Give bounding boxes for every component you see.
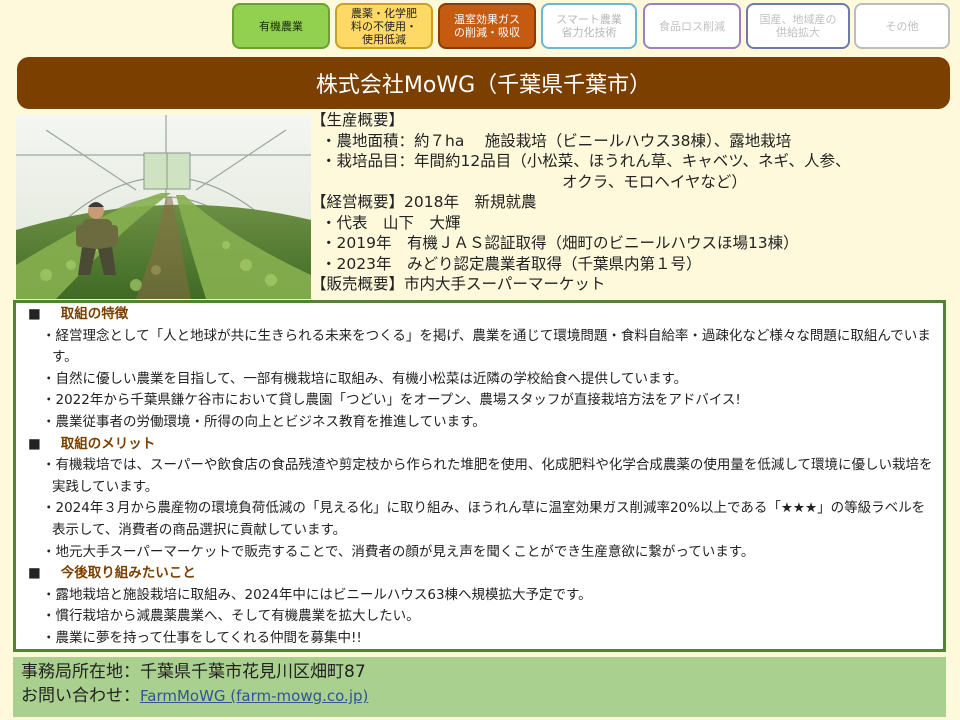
tag-ghg-reduction: 温室効果ガス の削減・吸収 [438, 3, 536, 49]
production-heading: 【生産概要】 [311, 111, 405, 129]
list-item: ・地元大手スーパーマーケットで販売することで、消費者の顔が見え声を聞くことができ… [42, 543, 755, 560]
production-line: ・栽培品目：年間約12品目（小松菜、ほうれん草、キャベツ、ネギ、人参、 [321, 152, 851, 170]
management-line: ・2019年 有機ＪＡＳ認証取得（畑町のビニールハウスほ場13棟） [321, 234, 799, 252]
contact-label: お問い合わせ： [21, 686, 140, 706]
list-item: ・2024年３月から農産物の環境負荷低減の「見える化」に取り組み、ほうれん草に温… [42, 500, 926, 538]
production-line: オクラ、モロヘイヤなど） [562, 172, 747, 191]
tag-smart-agriculture: スマート農業 省力化技術 [541, 3, 637, 49]
tag-domestic-supply: 国産、地域産の 供給拡大 [746, 3, 850, 49]
category-tags: 有機農業 農薬・化学肥 料の不使用・ 使用低減 温室効果ガス の削減・吸収 スマ… [232, 3, 952, 53]
page-title: 株式会社MoWG（千葉県千葉市） [17, 57, 950, 109]
list-item: ・農業に夢を持って仕事をしてくれる仲間を募集中!! [42, 629, 362, 646]
tag-food-loss: 食品ロス削減 [643, 3, 741, 49]
list-item: ・慣行栽培から減農薬農業へ、そして有機農業を拡大したい。 [42, 608, 420, 625]
production-line: ・農地面積：約７ha 施設栽培（ビニールハウス38棟）、露地栽培 [321, 131, 792, 150]
overview-block: 【生産概要】 ・農地面積：約７ha 施設栽培（ビニールハウス38棟）、露地栽培 … [311, 110, 951, 295]
office-address: 事務局所在地：千葉県千葉市花見川区畑町87 [21, 662, 366, 682]
contact-link[interactable]: FarmMoWG (farm-mowg.co.jp) [140, 687, 368, 705]
initiatives-box: ■ 取組の特徴 ・経営理念として「人と地球が共に生きられる未来をつくる」を掲げ、農… [13, 300, 946, 652]
list-item: ・有機栽培では、スーパーや飲食店の食品残渣や剪定枝から作られた堆肥を使用、化成肥… [42, 457, 933, 495]
sales-overview: 【販売概要】市内大手スーパーマーケット [311, 275, 606, 293]
management-heading: 【経営概要】2018年 新規就農 [311, 193, 537, 211]
contact-line: お問い合わせ：FarmMoWG (farm-mowg.co.jp) [21, 684, 938, 708]
section-heading: ■ 取組のメリット [28, 435, 156, 452]
list-item: ・2022年から千葉県鎌ケ谷市において貸し農園「つどい」をオープン、農場スタッフ… [42, 392, 741, 409]
list-item: ・露地栽培と施設栽培に取組み、2024年中にはビニールハウス63棟へ規模拡大予定… [42, 586, 592, 603]
square-bullet-icon: ■ [28, 565, 41, 582]
management-line: ・2023年 みどり認定農業者取得（千葉県内第１号） [321, 254, 702, 273]
tag-pesticide-reduction: 農薬・化学肥 料の不使用・ 使用低減 [335, 3, 433, 49]
list-item: ・経営理念として「人と地球が共に生きられる未来をつくる」を掲げ、農業を通じて環境… [42, 327, 931, 366]
management-line: ・代表 山下 大輝 [321, 213, 461, 232]
greenhouse-photo [16, 115, 311, 299]
list-item: ・自然に優しい農業を目指して、一部有機栽培に取組み、有機小松菜は近隣の学校給食へ… [42, 370, 688, 387]
tag-organic-farming: 有機農業 [232, 3, 330, 49]
section-heading: ■ 取組の特徴 [28, 306, 129, 322]
section-heading: ■ 今後取り組みたいこと [28, 565, 196, 582]
contact-footer: 事務局所在地：千葉県千葉市花見川区畑町87 お問い合わせ：FarmMoWG (f… [13, 657, 946, 717]
tag-other: その他 [854, 3, 950, 49]
square-bullet-icon: ■ [28, 306, 41, 322]
list-item: ・農業従事者の労働環境・所得の向上とビジネス教育を推進しています。 [42, 413, 486, 430]
square-bullet-icon: ■ [28, 435, 41, 452]
